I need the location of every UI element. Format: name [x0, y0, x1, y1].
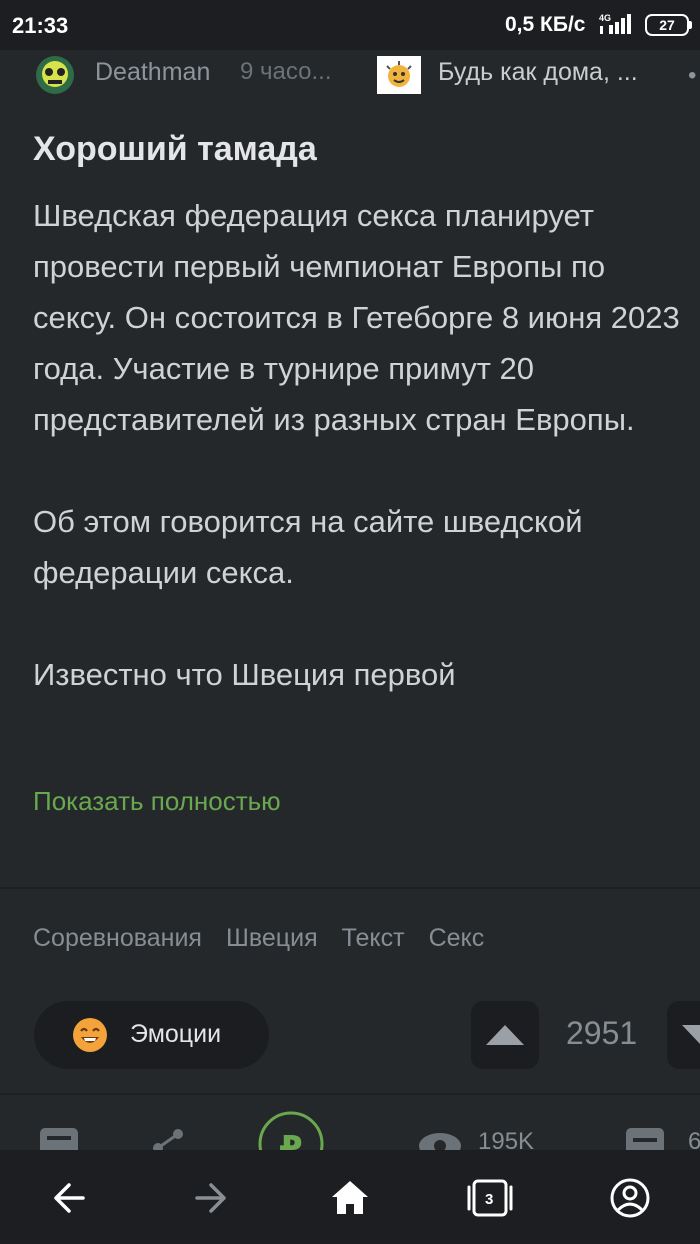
home-icon[interactable] [325, 1173, 375, 1223]
tag[interactable]: Соревнования [33, 924, 202, 952]
save-icon[interactable] [626, 1128, 664, 1150]
status-bar: 21:33 0,5 КБ/с 4G 27 [0, 0, 700, 50]
profile-icon[interactable] [605, 1173, 655, 1223]
tag[interactable]: Текст [342, 924, 405, 952]
author-avatar[interactable] [34, 55, 76, 95]
divider [0, 1093, 700, 1095]
arrow-up-icon [486, 1025, 524, 1045]
bottom-navigation: 3 [0, 1150, 700, 1244]
post-meta: Deathman 9 часо... Будь как дома, ... • [0, 52, 700, 96]
community-name[interactable]: Будь как дома, ... [438, 58, 638, 87]
downvote-button[interactable] [667, 1001, 700, 1069]
share-icon[interactable] [150, 1126, 186, 1150]
forward-icon[interactable] [185, 1173, 235, 1223]
back-icon[interactable] [45, 1173, 95, 1223]
emotions-label: Эмоции [130, 1020, 222, 1048]
comment-icon[interactable] [40, 1128, 78, 1150]
author-name[interactable]: Deathman [95, 58, 210, 87]
svg-text:₽: ₽ [279, 1129, 303, 1150]
emotions-button[interactable]: Эмоции [34, 1001, 269, 1069]
post-actions: ₽ 195K 6 [0, 1110, 700, 1150]
svg-text:3: 3 [485, 1191, 493, 1208]
views-count: 195K [478, 1128, 535, 1150]
text-fade-overlay [0, 690, 700, 750]
post-body: Шведская федерация секса планирует прове… [33, 190, 688, 700]
status-time: 21:33 [12, 13, 69, 38]
tag[interactable]: Швеция [226, 924, 318, 952]
svg-text:4G: 4G [599, 13, 611, 23]
post-time: 9 часо... [240, 58, 332, 85]
eye-icon [419, 1133, 461, 1150]
post-title[interactable]: Хороший тамада [33, 130, 317, 169]
tabs-icon[interactable]: 3 [465, 1173, 515, 1223]
battery-icon: 27 [645, 14, 692, 36]
community-icon[interactable] [377, 56, 421, 94]
arrow-down-icon [682, 1025, 700, 1044]
show-full-button[interactable]: Показать полностью [33, 786, 281, 817]
signal-icon: 4G [599, 13, 631, 34]
smile-emoji-icon [73, 1018, 107, 1052]
upvote-button[interactable] [471, 1001, 539, 1069]
tag[interactable]: Секс [429, 924, 485, 952]
tags-row: Соревнования Швеция Текст Секс [33, 924, 508, 953]
post-paragraph: Шведская федерация секса планирует прове… [33, 198, 680, 437]
post-paragraph: Об этом говорится на сайте шведской феде… [33, 504, 583, 590]
more-icon[interactable]: • [688, 62, 696, 90]
donate-icon[interactable]: ₽ [257, 1110, 325, 1150]
saved-count: 6 [688, 1128, 700, 1150]
network-speed: 0,5 КБ/с [505, 13, 586, 36]
rating-count: 2951 [566, 1015, 638, 1051]
divider [0, 887, 700, 889]
